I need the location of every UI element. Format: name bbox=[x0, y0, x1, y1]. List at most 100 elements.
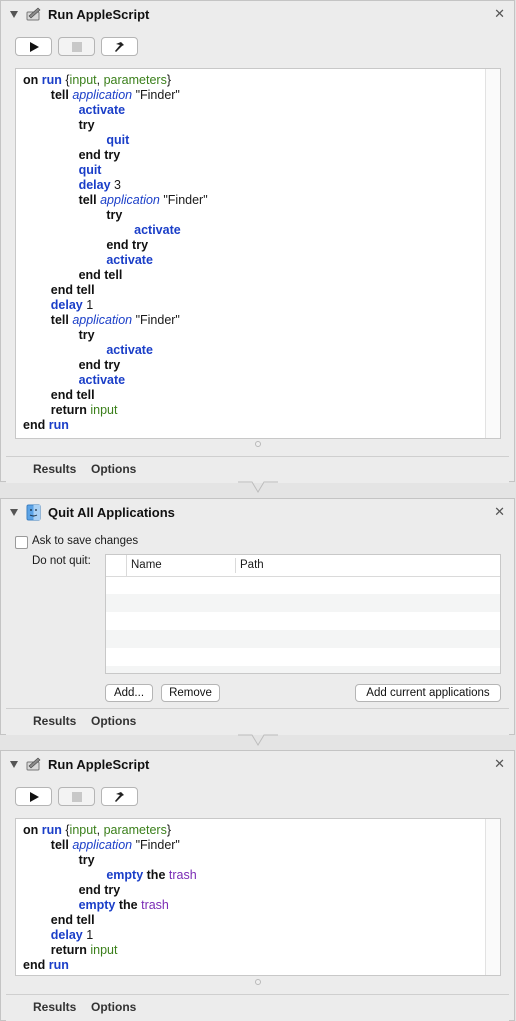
tab-results[interactable]: Results bbox=[33, 1000, 76, 1014]
code-token: application bbox=[100, 193, 160, 207]
code-token: input bbox=[69, 73, 97, 87]
table-row bbox=[106, 630, 500, 648]
disclosure-triangle-icon[interactable] bbox=[10, 761, 18, 768]
code-line: quit bbox=[23, 133, 129, 148]
action-header: Run AppleScript ✕ bbox=[1, 751, 514, 779]
ask-to-save-label: Ask to save changes bbox=[32, 535, 139, 547]
script-editor[interactable]: on run {input, parameters} tell applicat… bbox=[15, 818, 501, 976]
play-icon bbox=[29, 791, 39, 802]
code-token: delay bbox=[23, 178, 115, 192]
code-token: run bbox=[48, 958, 69, 972]
resize-handle[interactable] bbox=[255, 979, 261, 985]
code-token: end tell bbox=[23, 268, 123, 282]
column-header-path[interactable]: Path bbox=[240, 559, 264, 571]
code-token: end tell bbox=[23, 913, 95, 927]
code-token: end try bbox=[23, 238, 149, 252]
run-applescript-action-1: Run AppleScript ✕ on run {input, paramet… bbox=[0, 0, 515, 483]
code-line: try bbox=[23, 328, 95, 343]
code-line: end tell bbox=[23, 913, 95, 928]
play-icon bbox=[29, 41, 39, 52]
vertical-scrollbar[interactable] bbox=[485, 819, 500, 975]
code-line: activate bbox=[23, 253, 153, 268]
code-line: end tell bbox=[23, 388, 95, 403]
tab-options[interactable]: Options bbox=[91, 462, 136, 476]
code-token: "Finder" bbox=[159, 193, 208, 207]
code-token: , bbox=[96, 823, 104, 837]
table-row bbox=[106, 666, 500, 673]
code-line: tell application "Finder" bbox=[23, 193, 208, 208]
close-icon[interactable]: ✕ bbox=[494, 504, 505, 520]
tab-results[interactable]: Results bbox=[33, 714, 76, 728]
code-token: parameters bbox=[103, 823, 167, 837]
code-line: end tell bbox=[23, 268, 123, 283]
run-button[interactable] bbox=[15, 787, 52, 806]
stop-icon bbox=[71, 791, 82, 802]
action-title: Quit All Applications bbox=[48, 505, 175, 520]
vertical-scrollbar[interactable] bbox=[485, 69, 500, 438]
finder-icon bbox=[26, 504, 41, 521]
action-footer: Results Options bbox=[6, 994, 509, 1021]
remove-button[interactable]: Remove bbox=[161, 684, 220, 702]
close-icon[interactable]: ✕ bbox=[494, 6, 505, 22]
code-token: end try bbox=[23, 148, 121, 162]
code-line: end try bbox=[23, 148, 121, 163]
action-title: Run AppleScript bbox=[48, 757, 150, 772]
tab-options[interactable]: Options bbox=[91, 1000, 136, 1014]
column-header-name[interactable]: Name bbox=[131, 559, 162, 571]
compile-button[interactable] bbox=[101, 787, 138, 806]
quit-all-applications-action: Quit All Applications ✕ Ask to save chan… bbox=[0, 498, 515, 735]
code-line: end try bbox=[23, 238, 148, 253]
applescript-icon bbox=[26, 7, 41, 21]
code-token: try bbox=[23, 208, 123, 222]
code-token: run bbox=[41, 73, 66, 87]
code-line: end try bbox=[23, 358, 121, 373]
run-button[interactable] bbox=[15, 37, 52, 56]
code-token: quit bbox=[23, 133, 130, 147]
code-token: application bbox=[72, 313, 133, 327]
hammer-icon bbox=[114, 791, 124, 802]
do-not-quit-label: Do not quit: bbox=[32, 555, 91, 567]
code-line: activate bbox=[23, 223, 181, 238]
code-token: } bbox=[166, 73, 172, 87]
code-line: end run bbox=[23, 958, 69, 973]
code-token: return bbox=[23, 403, 91, 417]
code-token: end try bbox=[23, 358, 121, 372]
code-token: try bbox=[23, 853, 95, 867]
code-token: tell bbox=[23, 313, 73, 327]
code-line: end run bbox=[23, 418, 69, 433]
stop-button[interactable] bbox=[58, 787, 95, 806]
code-line: end try bbox=[23, 883, 121, 898]
code-token: tell bbox=[23, 88, 73, 102]
code-token: empty bbox=[23, 898, 119, 912]
code-token: quit bbox=[23, 163, 102, 177]
add-button[interactable]: Add... bbox=[105, 684, 153, 702]
code-line: on run {input, parameters} bbox=[23, 73, 171, 88]
disclosure-triangle-icon[interactable] bbox=[10, 11, 18, 18]
script-editor[interactable]: on run {input, parameters} tell applicat… bbox=[15, 68, 501, 439]
table-header: Name Path bbox=[106, 555, 500, 577]
code-token: on bbox=[23, 73, 42, 87]
code-line: delay 1 bbox=[23, 298, 93, 313]
code-token: on bbox=[23, 823, 42, 837]
code-line: delay 1 bbox=[23, 928, 93, 943]
action-title: Run AppleScript bbox=[48, 7, 150, 22]
compile-button[interactable] bbox=[101, 37, 138, 56]
tab-results[interactable]: Results bbox=[33, 462, 76, 476]
ask-to-save-checkbox[interactable] bbox=[15, 536, 28, 549]
code-line: empty the trash bbox=[23, 868, 196, 883]
code-token: end tell bbox=[23, 283, 95, 297]
resize-handle[interactable] bbox=[255, 441, 261, 447]
close-icon[interactable]: ✕ bbox=[494, 756, 505, 772]
add-current-applications-button[interactable]: Add current applications bbox=[355, 684, 501, 702]
exclusion-table[interactable]: Name Path bbox=[105, 554, 501, 674]
code-token: empty bbox=[23, 868, 147, 882]
stop-button[interactable] bbox=[58, 37, 95, 56]
disclosure-triangle-icon[interactable] bbox=[10, 509, 18, 516]
code-token: run bbox=[48, 418, 69, 432]
code-token: the bbox=[146, 868, 169, 882]
tab-options[interactable]: Options bbox=[91, 714, 136, 728]
checkbox-column bbox=[106, 555, 127, 576]
code-token: tell bbox=[23, 193, 101, 207]
code-line: try bbox=[23, 118, 95, 133]
code-token: 1 bbox=[86, 928, 94, 942]
